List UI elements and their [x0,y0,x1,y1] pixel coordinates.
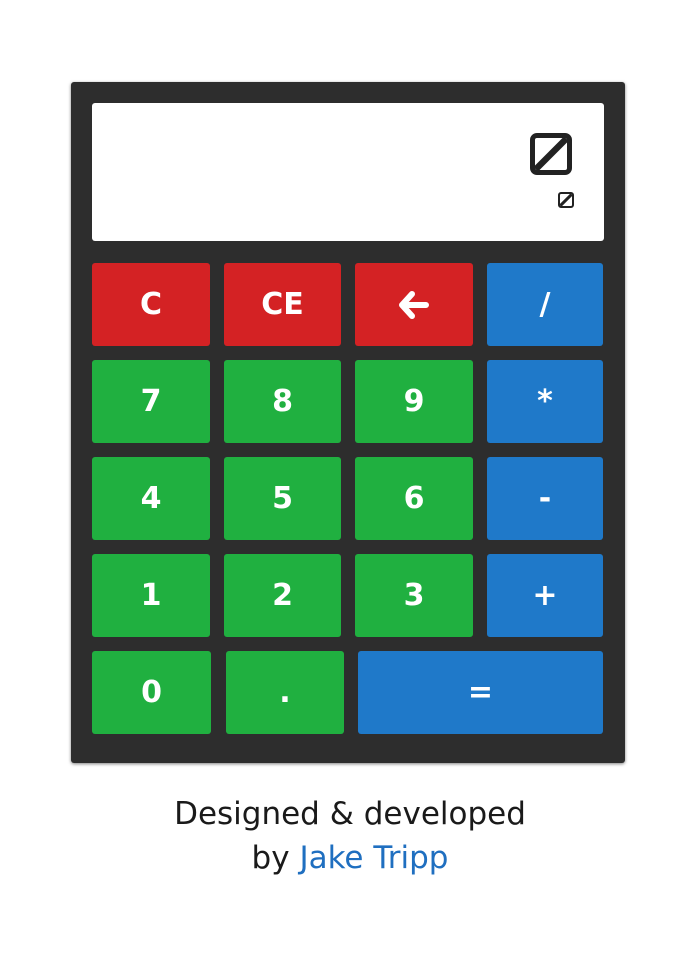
four-button[interactable]: 4 [92,457,210,540]
clear-entry-button[interactable]: CE [224,263,341,346]
seven-button[interactable]: 7 [92,360,210,443]
clear-button[interactable]: C [92,263,210,346]
one-button[interactable]: 1 [92,554,210,637]
display [92,103,604,241]
footer: Designed & developed by Jake Tripp [0,792,700,880]
zero-button[interactable]: 0 [92,651,211,734]
missing-glyph-icon [558,192,574,208]
eight-button[interactable]: 8 [224,360,341,443]
arrow-left-icon [399,290,429,319]
calculator: C CE / 7 8 9 * 4 5 6 - 1 2 3 + 0 . = [71,82,625,763]
multiply-button[interactable]: * [487,360,603,443]
footer-credit: Designed & developed [174,796,526,832]
six-button[interactable]: 6 [355,457,473,540]
three-button[interactable]: 3 [355,554,473,637]
author-link[interactable]: Jake Tripp [299,840,448,876]
missing-glyph-icon [530,133,572,175]
add-button[interactable]: + [487,554,603,637]
nine-button[interactable]: 9 [355,360,473,443]
equals-button[interactable]: = [358,651,603,734]
backspace-button[interactable] [355,263,473,346]
footer-by: by [251,840,290,876]
two-button[interactable]: 2 [224,554,341,637]
subtract-button[interactable]: - [487,457,603,540]
decimal-button[interactable]: . [226,651,344,734]
divide-button[interactable]: / [487,263,603,346]
five-button[interactable]: 5 [224,457,341,540]
